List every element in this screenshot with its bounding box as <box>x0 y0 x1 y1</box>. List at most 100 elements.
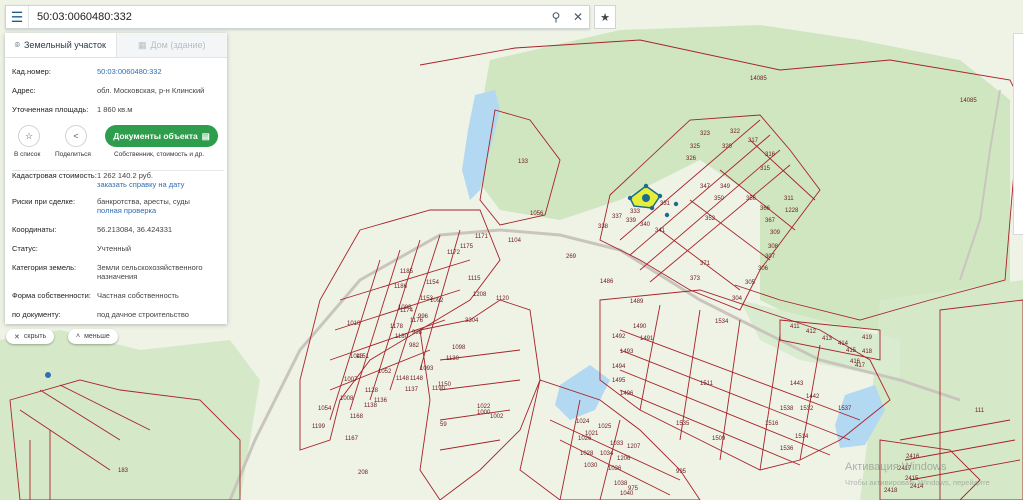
parcel-number-label: 1535 <box>676 421 690 427</box>
menu-icon[interactable]: ☰ <box>6 6 29 28</box>
search-icon[interactable]: ⚲ <box>545 6 567 28</box>
parcel-number-label: 320 <box>722 144 733 150</box>
parcel-number-label: 998 <box>412 330 423 336</box>
parcel-number-label: 1128 <box>365 388 379 394</box>
parcel-number-label: 419 <box>862 335 873 341</box>
cost-link[interactable]: заказать справку на дату <box>97 180 184 189</box>
parcel-number-label: 1443 <box>790 381 804 387</box>
parcel-number-label: 1538 <box>780 406 794 412</box>
parcel-number-label: 373 <box>690 276 701 282</box>
parcel-number-label: 14085 <box>750 76 767 82</box>
parcel-number-label: 1489 <box>630 299 644 305</box>
parcel-number-label: 1092 <box>430 298 444 304</box>
parcel-number-label: 307 <box>765 254 776 260</box>
documents-button[interactable]: Документы объекта ▤ <box>105 125 218 147</box>
coord-value: 56.213084, 36.424331 <box>97 225 173 234</box>
parcel-number-label: 1137 <box>405 387 419 393</box>
parcel-number-label: 1036 <box>608 466 622 472</box>
risk-link[interactable]: полная проверка <box>97 206 156 215</box>
tab-land-plot[interactable]: ⌾ Земельный участок <box>5 33 116 57</box>
pin-icon: ⌾ <box>14 39 20 50</box>
less-button[interactable]: ˄ меньше <box>68 329 118 344</box>
parcel-number-label: 1537 <box>838 406 852 412</box>
parcel-number-label: 1168 <box>350 414 364 420</box>
parcel-number-label: 1185 <box>400 269 414 275</box>
parcel-number-label: 1093 <box>420 366 434 372</box>
close-icon: ✕ <box>14 333 20 341</box>
parcel-number-label: 1148 <box>410 376 424 382</box>
search-bar: ☰ ⚲ ✕ <box>5 5 590 29</box>
parcel-number-label: 1180 <box>395 334 409 340</box>
parcel-number-label: 337 <box>612 214 623 220</box>
parcel-number-label: 1208 <box>473 292 487 298</box>
share-icon[interactable]: < <box>65 125 87 147</box>
hide-button[interactable]: ✕ скрыть <box>6 329 55 344</box>
parcel-number-label: 1007 <box>344 377 358 383</box>
tab-building[interactable]: ▦ Дом (здание) <box>115 33 227 57</box>
cad-value[interactable]: 50:03:0060480:332 <box>97 67 224 76</box>
parcel-number-label: 14085 <box>960 98 977 104</box>
parcel-number-label: 1154 <box>426 280 440 286</box>
search-input[interactable] <box>29 6 545 28</box>
parcel-number-label: 1054 <box>318 406 332 412</box>
parcel-number-label: 415 <box>846 348 857 354</box>
parcel-number-label: 1516 <box>765 421 779 427</box>
area-label: Уточненная площадь: <box>12 105 89 114</box>
ownership-label: Форма собственности: <box>12 291 91 300</box>
parcel-number-label: 208 <box>358 470 369 476</box>
share-label: Поделиться <box>55 151 91 158</box>
cad-label: Кад.номер: <box>12 67 51 76</box>
parcel-number-label: 1534 <box>715 319 729 325</box>
windows-watermark-sub: Чтобы активировать Windows, перейдите <box>845 478 990 487</box>
parcel-number-label: 1002 <box>490 414 504 420</box>
risk-label: Риски при сделке: <box>12 197 76 206</box>
addr-value: обл. Московская, р-н Клинский <box>97 86 205 95</box>
parcel-number-label: 1174 <box>400 308 414 314</box>
parcel-number-label: 371 <box>700 261 711 267</box>
parcel-number-label: 1043 <box>350 354 364 360</box>
building-icon: ▦ <box>137 39 147 50</box>
parcel-number-label: 975 <box>628 486 639 492</box>
action-bar: ☆ В список < Поделиться Документы объект… <box>12 123 224 163</box>
parcel-number-label: 1034 <box>600 451 614 457</box>
parcel-number-label: 1493 <box>620 349 634 355</box>
parcel-number-label: 269 <box>566 254 577 260</box>
parcel-number-label: 1030 <box>584 463 598 469</box>
star-icon[interactable]: ★ <box>594 5 616 29</box>
parcel-number-label: 349 <box>720 184 731 190</box>
parcel-number-label: 325 <box>690 144 701 150</box>
parcel-number-label: 1033 <box>610 441 624 447</box>
parcel-number-label: 306 <box>758 266 769 272</box>
close-icon[interactable]: ✕ <box>567 6 589 28</box>
parcel-number-label: 1491 <box>640 336 654 342</box>
parcel-number-label: 133 <box>518 159 529 165</box>
parcel-number-label: 1490 <box>633 324 647 330</box>
parcel-number-label: 413 <box>822 336 833 342</box>
parcel-number-label: 352 <box>705 216 716 222</box>
doc-use-value: под дачное строительство <box>97 310 189 319</box>
map-dot <box>45 372 51 378</box>
parcel-number-label: 309 <box>770 230 781 236</box>
parcel-number-label: 339 <box>626 218 637 224</box>
parcel-number-label: 1171 <box>475 234 489 240</box>
chevron-up-icon: ˄ <box>76 333 81 340</box>
parcel-number-label: 1494 <box>612 364 626 370</box>
parcel-number-label: 1190 <box>432 386 446 392</box>
parcel-number-label: 1167 <box>345 436 359 442</box>
parcel-number-label: 1056 <box>530 211 544 217</box>
info-panel: ⌾ Земельный участок ▦ Дом (здание) Кад.ном… <box>5 33 227 324</box>
parcel-number-label: 995 <box>676 469 687 475</box>
parcel-number-label: 1115 <box>468 276 481 282</box>
parcel-number-label: 308 <box>768 244 779 250</box>
parcel-number-label: 412 <box>806 329 817 335</box>
parcel-number-label: 366 <box>760 206 771 212</box>
parcel-number-label: 111 <box>975 408 985 414</box>
parcel-number-label: 1052 <box>378 369 392 375</box>
right-toolbar[interactable] <box>1013 33 1023 235</box>
parcel-marker[interactable] <box>642 194 650 202</box>
star-outline-icon[interactable]: ☆ <box>18 125 40 147</box>
category-value: Земли сельскохозяйственного назначения <box>97 263 203 281</box>
parcel-number-label: 1199 <box>312 424 326 430</box>
parcel-number-label: 304 <box>732 296 743 302</box>
parcel-number-label: 417 <box>855 363 866 369</box>
